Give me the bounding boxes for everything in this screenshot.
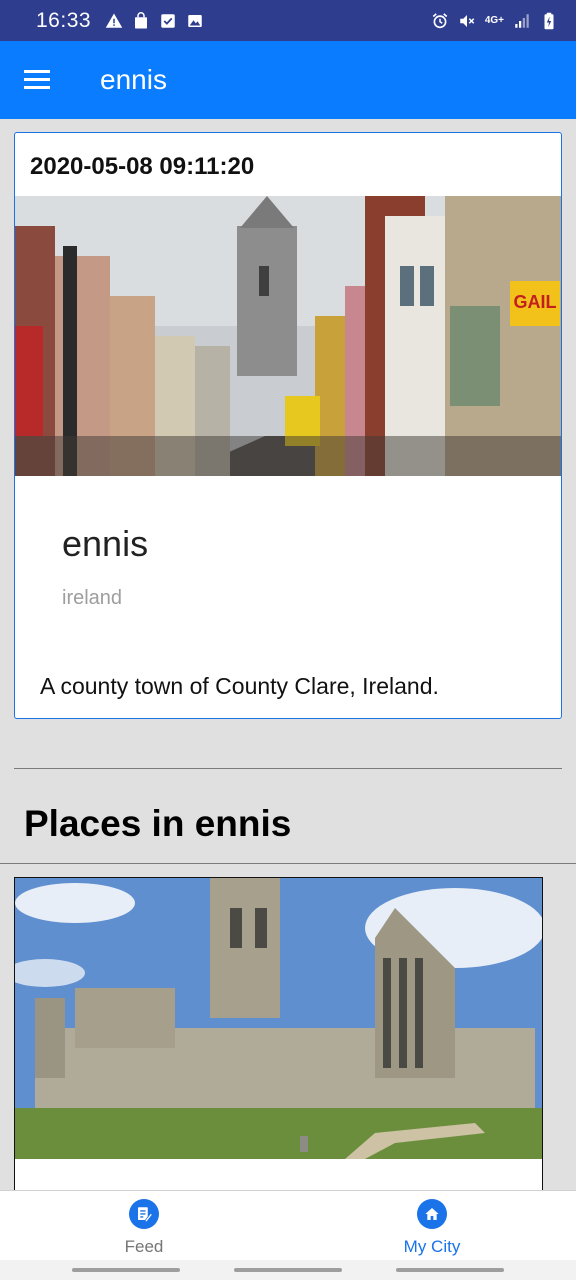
nav-label-my-city: My City: [403, 1237, 461, 1256]
shop-sign-text: GAIL: [514, 292, 557, 312]
hamburger-menu-icon: [24, 70, 50, 89]
places-section-title: Places in ennis: [24, 803, 292, 844]
gesture-pill: [396, 1268, 504, 1272]
gesture-bar: [0, 1260, 576, 1280]
nav-label-feed: Feed: [124, 1237, 164, 1256]
gesture-pill: [234, 1268, 342, 1272]
gesture-pill: [72, 1268, 180, 1272]
image-icon: [188, 14, 202, 27]
status-time: 16:33: [36, 8, 92, 32]
nav-item-feed[interactable]: Feed: [0, 1191, 288, 1260]
status-right-icons: 4G+: [431, 12, 558, 30]
home-icon: [417, 1199, 447, 1229]
status-bar: 16:33 4G+: [0, 0, 576, 41]
status-left-icons: [105, 11, 204, 30]
app-bar-title: ennis: [100, 64, 167, 95]
warning-icon: [105, 13, 123, 28]
bag-icon: [135, 11, 148, 28]
card-timestamp: 2020-05-08 09:11:20: [30, 153, 255, 180]
menu-button[interactable]: [0, 41, 78, 119]
section-divider: [14, 768, 562, 769]
place-abbey-photo: [15, 878, 542, 1159]
alarm-icon: [432, 12, 448, 28]
section-divider: [0, 863, 576, 864]
battery-charging-icon: [544, 12, 554, 29]
mute-icon: [460, 14, 475, 27]
place-card[interactable]: [14, 877, 543, 1197]
card-description: A county town of County Clare, Ireland.: [40, 673, 439, 699]
card-city-name: ennis: [62, 523, 149, 564]
network-type-label: 4G+: [484, 15, 504, 26]
card-country-name: ireland: [62, 587, 123, 609]
nav-item-my-city[interactable]: My City: [288, 1191, 576, 1260]
app-bar: ennis: [0, 41, 576, 119]
city-street-photo: GAIL: [15, 196, 561, 476]
signal-icon: [515, 13, 529, 28]
feed-icon: [129, 1199, 159, 1229]
city-card[interactable]: 2020-05-08 09:11:20 GAIL ennis ireland A…: [14, 132, 562, 719]
check-box-icon: [161, 13, 175, 28]
bottom-nav: Feed My City: [0, 1190, 576, 1260]
